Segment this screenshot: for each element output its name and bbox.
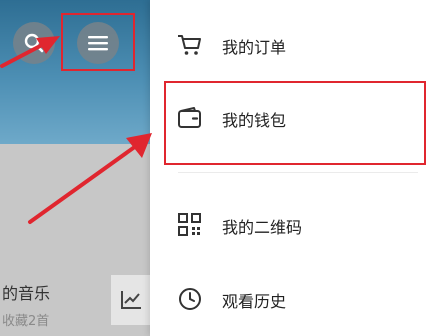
cart-icon — [178, 35, 201, 55]
side-drawer-menu: 我的订单 我的钱包 我的二维码 观看历史 — [150, 0, 437, 336]
background-app: 的音乐 收藏2首 — [0, 0, 150, 336]
menu-item-label: 观看历史 — [222, 292, 287, 311]
search-icon — [24, 33, 44, 53]
menu-item-my-qr-code[interactable]: 我的二维码 — [150, 202, 437, 248]
menu-item-label: 我的二维码 — [222, 218, 303, 237]
search-button[interactable] — [13, 22, 55, 64]
chart-button[interactable] — [111, 275, 150, 325]
menu-item-my-orders[interactable]: 我的订单 — [150, 22, 437, 68]
menu-item-label: 我的订单 — [222, 38, 287, 57]
menu-button-highlight-box — [61, 13, 135, 71]
menu-item-watch-history[interactable]: 观看历史 — [150, 276, 437, 322]
chart-icon — [120, 291, 141, 309]
divider — [178, 172, 418, 173]
qr-code-icon — [178, 213, 201, 236]
music-title[interactable]: 的音乐 — [2, 280, 50, 304]
clock-icon — [179, 288, 201, 310]
wallet-highlight-box — [164, 81, 426, 165]
music-subtitle: 收藏2首 — [2, 314, 50, 329]
